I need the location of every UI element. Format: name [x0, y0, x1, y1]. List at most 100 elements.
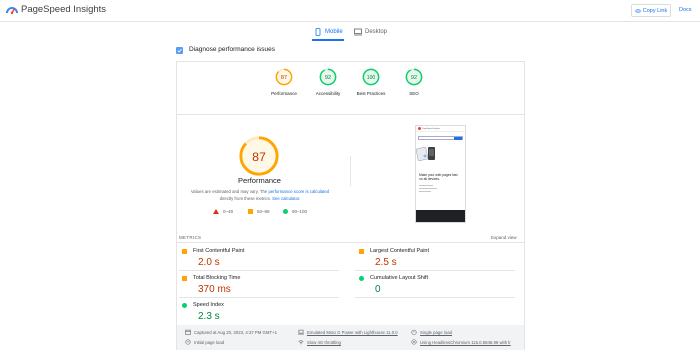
gauge-accessibility-score: 92 — [325, 75, 331, 81]
legend-poor: 0–49 — [213, 209, 233, 214]
screenshot-header: PageSpeed Insights — [416, 126, 465, 132]
gauge-best-practices[interactable]: 100 Best Practices — [351, 68, 391, 96]
metric-lcp-name: Largest Contentful Paint — [370, 248, 430, 254]
device-illustration-icon — [416, 147, 435, 161]
gauge-performance-label: Performance — [271, 91, 297, 96]
gauge-accessibility-ring: 92 — [319, 68, 337, 86]
runtime-captured-text: Captured at Aug 20, 2023, 4:37 PM GMT+1 — [194, 329, 278, 335]
copy-link-label: Copy Link — [642, 7, 668, 14]
metric-lcp-value: 2.5 s — [375, 257, 397, 268]
metric-divider — [179, 297, 339, 298]
green-circle-icon — [182, 302, 187, 308]
note-text-1: Values are estimated and may vary. The — [190, 189, 268, 194]
red-triangle-icon — [213, 209, 219, 214]
metric-speed-index-value: 2.3 s — [198, 311, 220, 322]
gauge-seo-ring: 92 — [405, 68, 423, 86]
metric-cls-name: Cumulative Layout Shift — [370, 275, 429, 281]
runtime-browser-text[interactable]: Using HeadlessChromium 115.0.5845.96 wit… — [420, 340, 511, 345]
timer-icon — [411, 329, 417, 335]
mobile-icon — [315, 28, 321, 36]
screenshot-text-lines — [419, 185, 462, 192]
gauge-performance-score: 87 — [281, 75, 287, 81]
performance-score: 87 — [252, 150, 266, 164]
runtime-device: Emulated Moto G Power with Lighthouse 11… — [298, 329, 398, 335]
copy-link-button[interactable]: Copy Link — [631, 4, 671, 17]
browser-icon — [411, 339, 417, 345]
pagespeed-logo-icon[interactable] — [6, 4, 18, 16]
screenshot-headline: Make your web pages fast on all devices. — [419, 173, 458, 181]
legend-poor-label: 0–49 — [223, 209, 234, 214]
link-icon — [635, 9, 641, 12]
metric-fcp-value: 2.0 s — [198, 257, 220, 268]
legend-good-label: 90–100 — [292, 209, 308, 214]
gauge-accessibility[interactable]: 92 Accessibility — [308, 68, 348, 96]
runtime-initial-text: Initial page load — [194, 339, 225, 345]
metric-tbt-name: Total Blocking Time — [193, 275, 241, 281]
metric-speed-index-name: Speed Index — [193, 302, 224, 308]
legend-average: 50–89 — [248, 209, 270, 214]
tab-desktop[interactable]: Desktop — [354, 24, 387, 40]
metrics-label: METRICS — [179, 235, 202, 240]
expand-view-link[interactable]: Expand view — [491, 235, 517, 240]
screenshot-logo-icon — [418, 127, 421, 130]
runtime-captured: Captured at Aug 20, 2023, 4:37 PM GMT+1 — [185, 329, 277, 335]
screenshot-footer — [416, 210, 465, 222]
screenshot-analyze-button — [454, 137, 462, 140]
tab-mobile-label: Mobile — [325, 29, 343, 35]
app-title[interactable]: PageSpeed Insights — [21, 4, 106, 15]
runtime-session-text[interactable]: Single page load — [420, 330, 452, 335]
active-tab-indicator — [312, 39, 344, 41]
runtime-settings: Captured at Aug 20, 2023, 4:37 PM GMT+1 … — [177, 325, 524, 350]
performance-note: Values are estimated and may vary. The p… — [184, 188, 336, 202]
gauge-seo[interactable]: 92 SEO — [394, 68, 434, 96]
runtime-browser: Using HeadlessChromium 115.0.5845.96 wit… — [411, 339, 511, 345]
metric-lcp: Largest Contentful Paint 2.5 s — [359, 248, 519, 268]
green-circle-icon — [359, 275, 364, 281]
card-divider — [177, 114, 524, 115]
calendar-icon — [185, 329, 191, 335]
orange-square-icon — [182, 248, 187, 254]
performance-title: Performance — [238, 176, 281, 185]
orange-square-icon — [248, 209, 253, 214]
score-calculated-link[interactable]: performance score is calculated — [268, 189, 329, 194]
see-calculator-link[interactable]: See calculator. — [272, 196, 300, 201]
metric-cls: Cumulative Layout Shift 0 — [359, 275, 519, 295]
runtime-device-text[interactable]: Emulated Moto G Power with Lighthouse 11… — [307, 330, 398, 335]
desktop-icon — [354, 28, 362, 36]
tab-mobile[interactable]: Mobile — [314, 24, 343, 40]
wifi-icon — [298, 340, 304, 345]
green-circle-icon — [283, 209, 288, 214]
metrics-divider — [177, 242, 524, 243]
laptop-icon — [298, 329, 304, 335]
screenshot-app-name: PageSpeed Insights — [422, 127, 440, 130]
gauge-performance-ring: 87 — [275, 68, 293, 86]
gauge-best-practices-ring: 100 — [362, 68, 380, 86]
gauge-seo-label: SEO — [409, 91, 419, 96]
performance-gauge: 87 — [239, 136, 279, 176]
metric-tbt: Total Blocking Time 370 ms — [182, 275, 342, 295]
top-bar: PageSpeed Insights Copy Link Docs — [0, 0, 700, 22]
runtime-initial: Initial page load — [185, 339, 224, 345]
orange-square-icon — [182, 275, 187, 281]
page-screenshot[interactable]: PageSpeed Insights Make your web pages f… — [415, 125, 466, 223]
metric-divider — [355, 297, 515, 298]
orange-square-icon — [359, 248, 364, 254]
metric-fcp: First Contentful Paint 2.0 s — [182, 248, 342, 268]
gauge-best-practices-label: Best Practices — [356, 91, 386, 96]
metric-divider — [179, 270, 339, 271]
note-text-2: directly from these metrics. — [219, 196, 271, 201]
gauge-seo-score: 92 — [411, 75, 417, 81]
metric-speed-index: Speed Index 2.3 s — [182, 302, 342, 322]
gauge-performance[interactable]: 87 Performance — [264, 68, 304, 96]
docs-link[interactable]: Docs — [679, 7, 692, 13]
legend-good: 90–100 — [283, 209, 307, 214]
tab-desktop-label: Desktop — [365, 29, 388, 35]
runtime-throttling-text[interactable]: Slow 4G throttling — [307, 340, 341, 345]
metric-divider — [355, 270, 515, 271]
metric-fcp-name: First Contentful Paint — [193, 248, 245, 254]
gauge-accessibility-label: Accessibility — [315, 91, 341, 96]
metric-cls-value: 0 — [375, 284, 381, 295]
runtime-throttling: Slow 4G throttling — [298, 339, 341, 345]
vertical-divider — [350, 156, 351, 186]
screenshot-url-input — [418, 136, 463, 140]
